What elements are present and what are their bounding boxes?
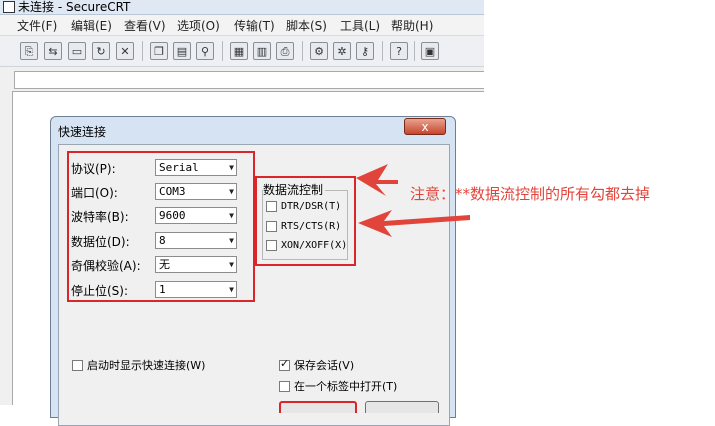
annotation-note: 注意：**数据流控制的所有勾都去掉 — [410, 185, 651, 203]
arrow-lower — [358, 210, 470, 237]
arrow-upper — [356, 164, 398, 196]
